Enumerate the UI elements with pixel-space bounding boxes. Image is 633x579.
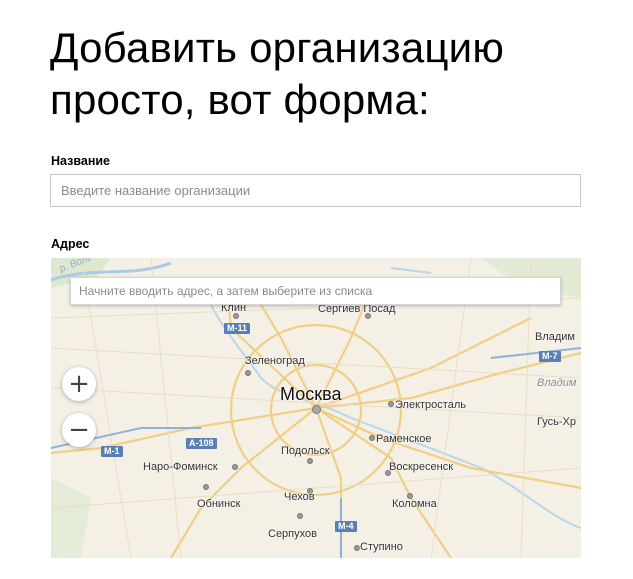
city-kolomna: Коломна [392, 498, 437, 510]
minus-icon: − [68, 415, 90, 445]
city-obninsk: Обнинск [197, 498, 241, 510]
city-zelenograd: Зеленоград [245, 355, 305, 367]
road-shield-m4: М-4 [335, 521, 357, 532]
city-stupino: Ступино [360, 541, 403, 553]
city-dot [203, 484, 209, 490]
address-map[interactable]: р. Волг Клин Сергиев Посад Владим Владим… [51, 258, 581, 558]
city-dot [232, 464, 238, 470]
road-shield-m11: М-11 [224, 323, 251, 334]
city-vladimir: Владим [535, 331, 575, 343]
city-dot [307, 458, 313, 464]
organization-name-input[interactable] [50, 174, 581, 207]
name-label: Название [51, 154, 111, 168]
city-moscow: Москва [280, 384, 342, 404]
city-naro-fominsk: Наро-Фоминск [143, 461, 218, 473]
zoom-in-button[interactable]: + [62, 367, 96, 401]
region-vladimir: Владим [537, 377, 577, 389]
zoom-out-button[interactable]: − [62, 413, 96, 447]
city-podolsk: Подольск [281, 445, 330, 457]
city-dot [297, 513, 303, 519]
road-shield-m1: М-1 [101, 446, 123, 457]
address-label: Адрес [51, 237, 90, 251]
city-chekhov: Чехов [284, 491, 315, 503]
city-dot [388, 401, 394, 407]
city-dot-moscow [312, 405, 321, 414]
plus-icon: + [68, 369, 90, 399]
city-voskresensk: Воскресенск [389, 461, 454, 473]
city-gus-khrustalny: Гусь-Хр [537, 416, 576, 428]
address-search-input[interactable] [70, 277, 561, 305]
city-elektrostal: Электросталь [395, 399, 466, 411]
road-shield-m7: М-7 [539, 351, 561, 362]
city-serpukhov: Серпухов [268, 528, 317, 540]
city-dot [245, 370, 251, 376]
city-ramenskoe: Раменское [376, 433, 432, 445]
road-shield-a108: А-108 [186, 438, 217, 449]
page-title: Добавить организацию просто, вот форма: [50, 24, 505, 123]
city-dot [369, 435, 375, 441]
